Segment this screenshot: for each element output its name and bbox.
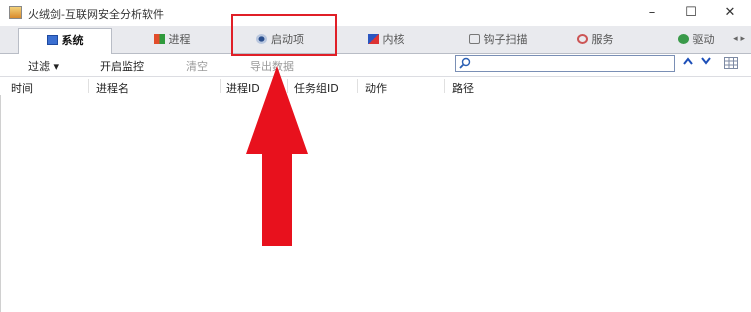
tab-process[interactable]: 进程: [126, 28, 218, 52]
event-list[interactable]: [0, 95, 751, 312]
tab-driver[interactable]: 驱动: [668, 28, 724, 52]
tab-service[interactable]: 服务: [560, 28, 630, 52]
search-icon: [459, 57, 471, 69]
window-title: 火绒剑-互联网安全分析软件: [28, 8, 164, 21]
tab-kernel-label: 内核: [382, 33, 405, 46]
column-divider[interactable]: [220, 79, 221, 93]
minimize-button[interactable]: –: [637, 3, 667, 23]
kernel-icon: [367, 34, 379, 44]
tab-kernel[interactable]: 内核: [340, 28, 432, 52]
tab-bar: 系统 进程 启动项 内核 钩子扫描 服务 驱动 ◂ ▸: [0, 26, 751, 54]
column-divider[interactable]: [88, 79, 89, 93]
tab-scroll-arrows[interactable]: ◂ ▸: [733, 34, 745, 44]
tab-service-label: 服务: [591, 33, 614, 46]
tab-system-label: 系统: [61, 34, 84, 47]
hook-icon: [468, 34, 480, 44]
tab-process-label: 进程: [168, 33, 191, 46]
tab-driver-label: 驱动: [692, 33, 715, 46]
start-monitor-button[interactable]: 开启监控: [100, 58, 144, 74]
search-input[interactable]: [455, 55, 675, 72]
maximize-button[interactable]: ☐: [676, 3, 706, 23]
service-icon: [576, 34, 588, 44]
filter-dropdown[interactable]: 过滤 ▾: [28, 58, 59, 74]
chevron-up-icon: [683, 57, 693, 65]
clear-button[interactable]: 清空: [186, 58, 208, 74]
tab-hook-scan-label: 钩子扫描: [483, 33, 528, 46]
tab-system[interactable]: 系统: [18, 28, 112, 54]
column-divider[interactable]: [444, 79, 445, 93]
app-logo-icon: [9, 6, 22, 19]
column-header-time[interactable]: 时间: [11, 80, 33, 96]
column-divider[interactable]: [357, 79, 358, 93]
tab-hook-scan[interactable]: 钩子扫描: [448, 28, 548, 52]
annotation-arrow-icon: [246, 66, 308, 246]
column-header-process-name[interactable]: 进程名: [96, 80, 129, 96]
monitor-icon: [46, 35, 58, 45]
process-icon: [153, 34, 165, 44]
search-prev-button[interactable]: [680, 56, 696, 71]
driver-icon: [677, 34, 689, 44]
search-next-button[interactable]: [698, 56, 714, 71]
close-button[interactable]: ✕: [715, 3, 745, 23]
column-header-path[interactable]: 路径: [452, 80, 474, 96]
grid-view-icon[interactable]: [724, 57, 738, 69]
title-bar: 火绒剑-互联网安全分析软件 – ☐ ✕: [0, 0, 751, 26]
chevron-down-icon: [701, 57, 711, 65]
column-header-action[interactable]: 动作: [365, 80, 387, 96]
table-header: 时间 进程名 进程ID 任务组ID 动作 路径: [0, 77, 751, 95]
annotation-highlight-box: [231, 14, 337, 56]
